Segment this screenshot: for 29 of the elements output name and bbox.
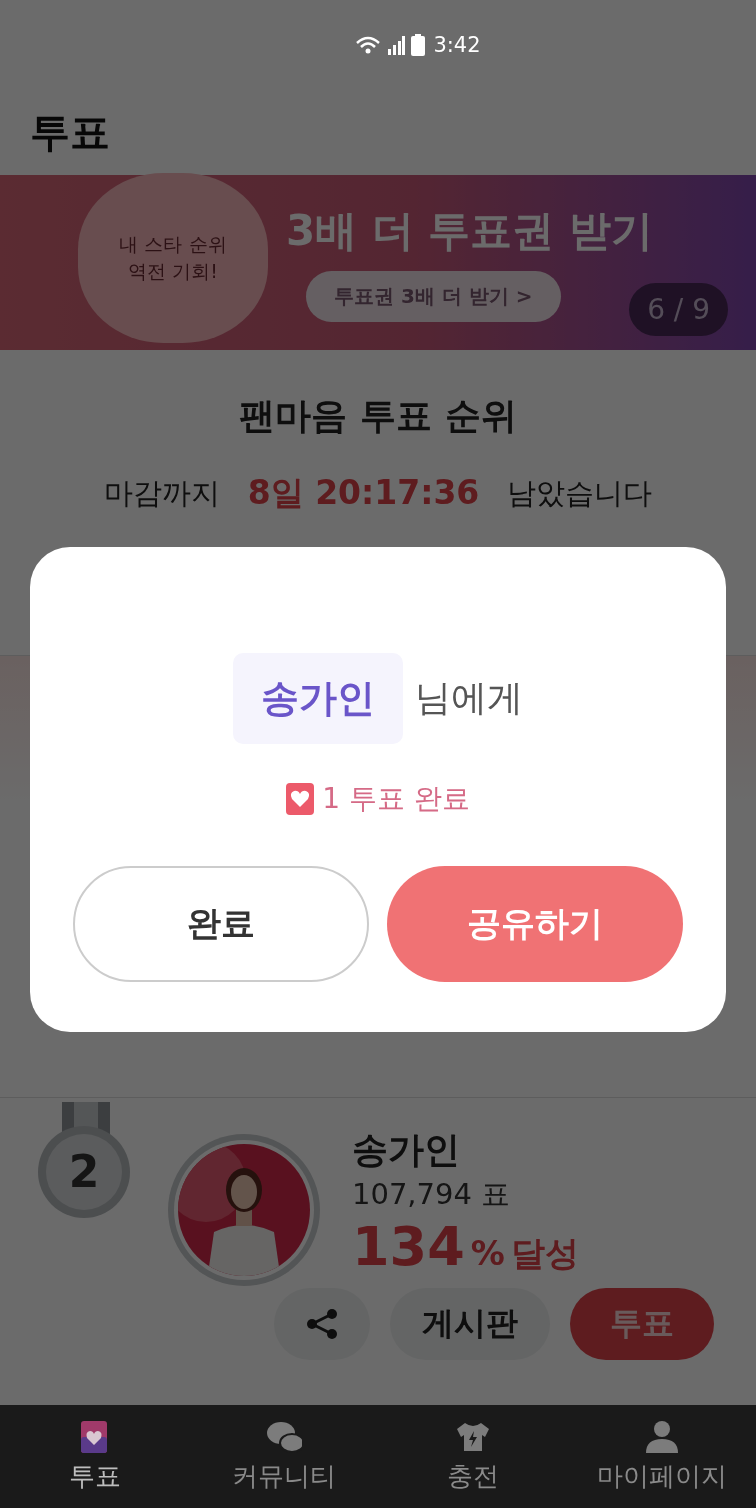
nav-tab[interactable]: 마이페이지: [576, 1419, 747, 1494]
person-icon: [643, 1419, 680, 1455]
percent-sign: %: [470, 1233, 505, 1273]
countdown-label: 남았습니다: [507, 474, 653, 512]
board-button[interactable]: 게시판: [390, 1288, 550, 1360]
nav-tab[interactable]: 투표: [9, 1419, 180, 1494]
section-title: 팬마음 투표 순위: [239, 394, 517, 438]
signal-icon: [387, 35, 406, 55]
recipient-suffix: 님에게: [415, 676, 523, 720]
countdown-time: 8일 20:17:36: [247, 472, 480, 514]
share-button[interactable]: 공유하기: [387, 866, 683, 982]
badge-text: 내 스타 순위 역전 기회!: [118, 231, 228, 284]
nav-tab[interactable]: 커뮤니티: [198, 1419, 369, 1494]
achievement-label: 달성: [510, 1232, 579, 1275]
nav-tab[interactable]: 충전: [387, 1419, 558, 1494]
vote-count: 107,794 표: [352, 1176, 512, 1213]
battery-icon: [411, 34, 426, 56]
countdown-label: 마감까지: [103, 474, 220, 512]
artist-name: 송가인: [352, 1128, 461, 1172]
rank-number: 2: [67, 1146, 101, 1197]
wifi-icon: [355, 35, 382, 55]
done-button[interactable]: 완료: [73, 866, 369, 982]
share-icon: [306, 1308, 338, 1340]
page-title: 투표: [30, 108, 110, 157]
achievement-percent: 134: [352, 1215, 465, 1278]
recipient-name: 송가인: [233, 653, 403, 744]
banner-headline: 3배 더 투표권 받기: [286, 205, 654, 257]
status-time: 3:42: [433, 33, 481, 57]
vote-result: 1 투표 완료: [322, 781, 470, 817]
